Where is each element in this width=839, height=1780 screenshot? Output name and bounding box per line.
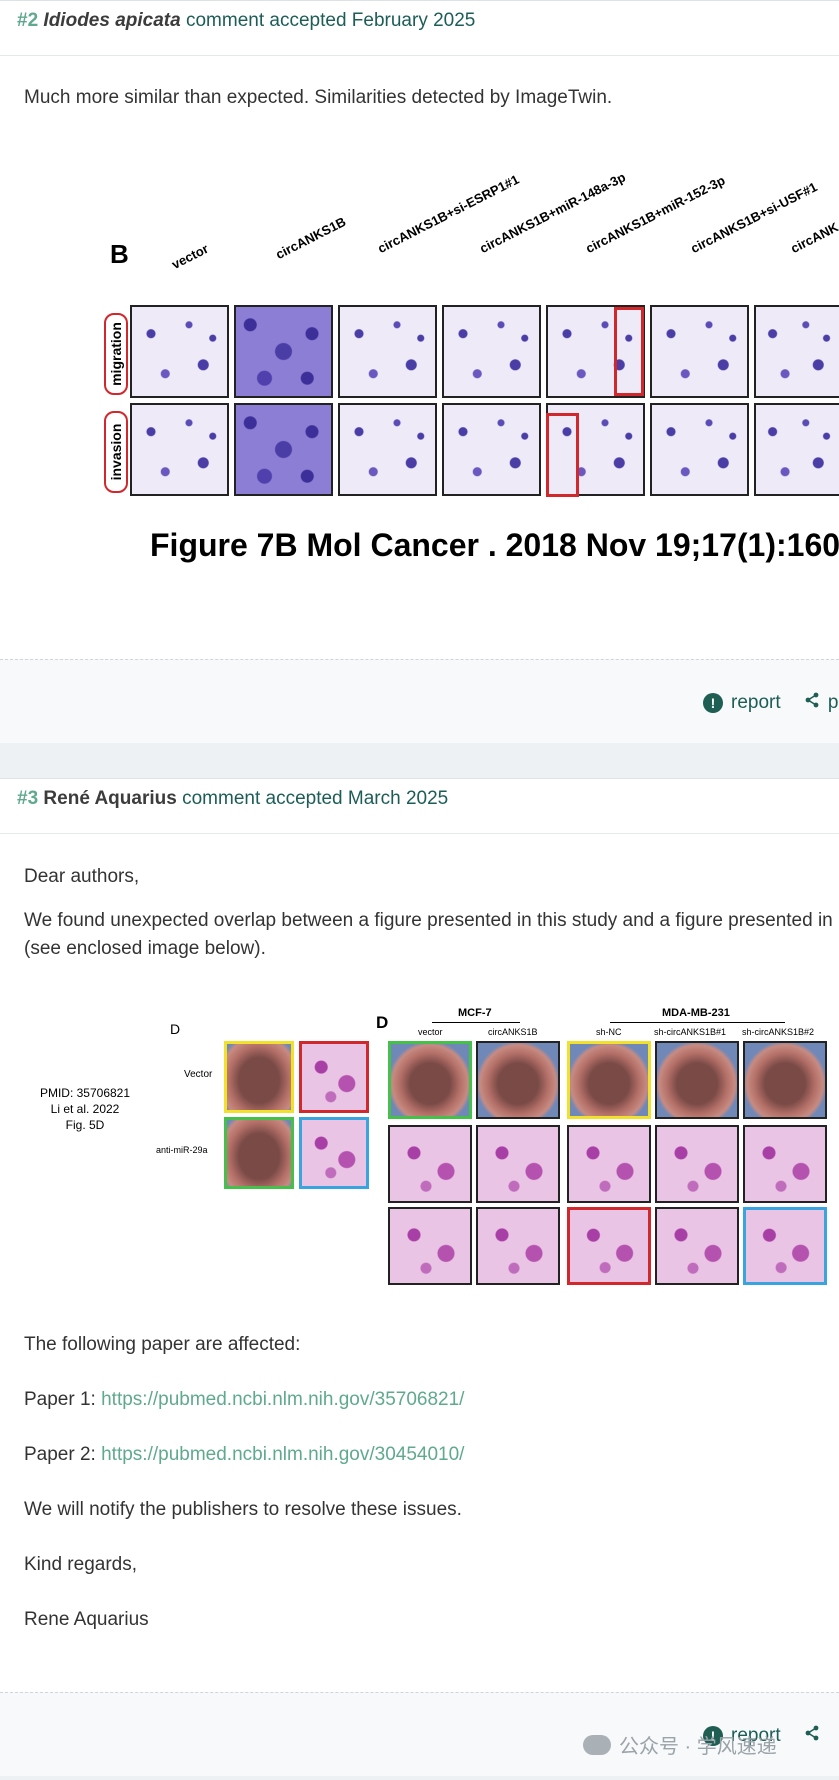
share-icon[interactable] xyxy=(804,692,820,714)
figure-7b-image: B vector circANKS1B circANKS1B+si-ESRP1#… xyxy=(0,169,839,581)
lung-image xyxy=(567,1041,651,1119)
comment-card-3: #3 René Aquarius comment accepted March … xyxy=(0,778,839,1776)
group-label: MDA-MB-231 xyxy=(662,1007,730,1019)
figure-panel-label: B xyxy=(110,239,129,269)
column-label: vector xyxy=(418,1027,443,1037)
figure-caption: Figure 7B Mol Cancer . 2018 Nov 19;17(1)… xyxy=(150,527,839,563)
tissue-image xyxy=(655,1125,739,1203)
watermark: 公众号 · 学风速递 xyxy=(583,1730,777,1759)
comment-header: #3 René Aquarius comment accepted March … xyxy=(0,779,839,834)
wechat-icon xyxy=(583,1734,611,1755)
comment-card-2: #2 Idiodes apicata comment accepted Febr… xyxy=(0,0,839,743)
comment-author[interactable]: Idiodes apicata xyxy=(43,10,180,31)
column-label: circANK xyxy=(788,219,839,256)
column-label: circANKS1B xyxy=(488,1027,538,1037)
micrograph-panel xyxy=(338,403,437,496)
paper-1-line: Paper 1: https://pubmed.ncbi.nlm.nih.gov… xyxy=(24,1389,465,1410)
comment-footer: ! report p xyxy=(0,659,839,743)
tissue-image xyxy=(388,1125,472,1203)
micrograph-panel xyxy=(130,403,229,496)
lung-image xyxy=(224,1117,294,1189)
closing-text: Kind regards, xyxy=(24,1554,138,1575)
tissue-image xyxy=(655,1207,739,1285)
column-label: circANKS1B xyxy=(273,213,349,262)
micrograph-panel xyxy=(754,403,839,496)
tissue-image xyxy=(743,1207,827,1285)
paragraph-line: We found unexpected overlap between a fi… xyxy=(24,910,833,931)
micrograph-panel xyxy=(130,305,229,398)
group-rule xyxy=(432,1022,520,1023)
comment-number[interactable]: #2 xyxy=(17,10,38,31)
tissue-image xyxy=(299,1041,369,1113)
notify-text: We will notify the publishers to resolve… xyxy=(24,1499,462,1520)
tissue-image xyxy=(476,1207,560,1285)
paper-2-link[interactable]: https://pubmed.ncbi.nlm.nih.gov/30454010… xyxy=(101,1444,464,1465)
group-label: MCF-7 xyxy=(458,1007,492,1019)
micrograph-panel xyxy=(234,403,333,496)
comment-meta: comment accepted March 2025 xyxy=(182,788,449,809)
overlap-highlight-box xyxy=(546,413,579,497)
figure-panel-label: D xyxy=(170,1021,181,1037)
paragraph-line: (see enclosed image below). xyxy=(24,938,266,959)
comment-number[interactable]: #3 xyxy=(17,788,38,809)
lung-image xyxy=(224,1041,294,1113)
lung-image xyxy=(743,1041,827,1119)
row-label-migration: migration xyxy=(104,313,128,395)
comment-meta: comment accepted February 2025 xyxy=(185,10,476,31)
comment-header: #2 Idiodes apicata comment accepted Febr… xyxy=(0,1,839,56)
tissue-image xyxy=(388,1207,472,1285)
paper-1-link[interactable]: https://pubmed.ncbi.nlm.nih.gov/35706821… xyxy=(101,1389,464,1410)
column-label: sh-circANKS1B#1 xyxy=(654,1027,727,1037)
row-label: anti-miR-29a xyxy=(156,1145,208,1155)
signature-text: Rene Aquarius xyxy=(24,1609,149,1630)
micrograph-panel xyxy=(442,403,541,496)
micrograph-panel xyxy=(234,305,333,398)
share-icon[interactable] xyxy=(804,1725,820,1747)
comment-text: Much more similar than expected. Similar… xyxy=(24,87,613,108)
overlap-highlight-box xyxy=(614,307,644,396)
row-label: Vector xyxy=(184,1069,213,1080)
lung-image xyxy=(476,1041,560,1119)
micrograph-panel xyxy=(650,403,749,496)
figure-panel-label: D xyxy=(376,1013,389,1032)
paper-2-line: Paper 2: https://pubmed.ncbi.nlm.nih.gov… xyxy=(24,1444,465,1465)
micrograph-panel xyxy=(650,305,749,398)
micrograph-panel xyxy=(338,305,437,398)
micrograph-panel xyxy=(442,305,541,398)
comparison-figure-image: PMID: 35706821 Li et al. 2022 Fig. 5D D … xyxy=(0,1005,839,1295)
lung-image xyxy=(655,1041,739,1119)
greeting-text: Dear authors, xyxy=(24,866,140,887)
tissue-image xyxy=(476,1125,560,1203)
affected-text: The following paper are affected: xyxy=(24,1334,301,1355)
column-label: sh-NC xyxy=(596,1027,622,1037)
tissue-image xyxy=(567,1125,651,1203)
tissue-image xyxy=(743,1125,827,1203)
tissue-image xyxy=(299,1117,369,1189)
alert-circle-icon: ! xyxy=(703,693,723,713)
pmid-caption: PMID: 35706821 Li et al. 2022 Fig. 5D xyxy=(39,1086,131,1132)
column-label: sh-circANKS1B#2 xyxy=(742,1027,815,1037)
group-rule xyxy=(610,1022,785,1023)
comment-author[interactable]: René Aquarius xyxy=(43,788,176,809)
report-link[interactable]: report xyxy=(731,692,781,714)
share-link[interactable]: p xyxy=(828,692,839,714)
lung-image xyxy=(388,1041,472,1119)
column-label: vector xyxy=(169,240,211,272)
tissue-image xyxy=(567,1207,651,1285)
micrograph-panel xyxy=(754,305,839,398)
row-label-invasion: invasion xyxy=(104,411,128,493)
